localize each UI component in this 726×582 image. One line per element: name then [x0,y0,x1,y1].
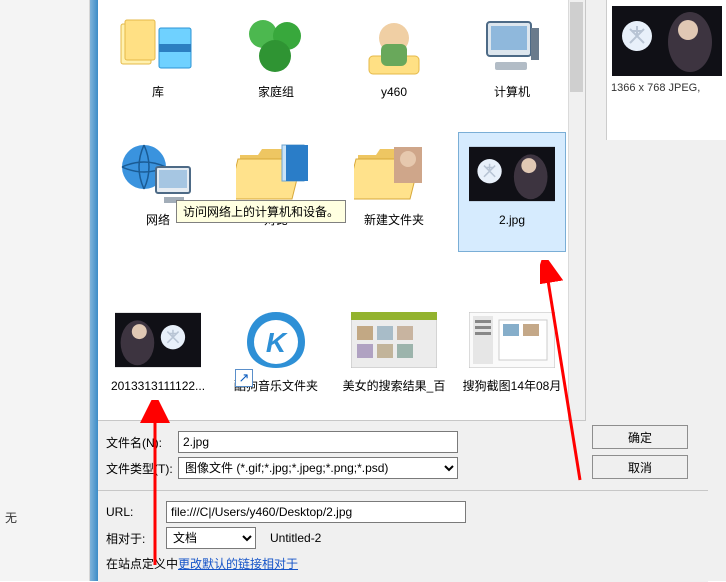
library-item[interactable]: 库 [104,4,212,124]
url-panel: URL: 相对于: 文档 Untitled-2 在站点定义中 更改默认的链接相对… [98,490,708,582]
preview-caption: 1366 x 768 JPEG, [611,82,722,94]
file-browser[interactable]: 库 家庭组 [98,0,586,420]
folder-new-item[interactable]: 新建文件夹 [340,132,448,252]
tooltip: 访问网络上的计算机和设备。 [176,200,346,223]
network-item[interactable]: 网络 [104,132,212,252]
relative-to-label: 相对于: [106,530,166,547]
left-none-label: 无 [5,509,17,526]
item-label: 2.jpg [499,213,525,228]
screenshot-item-2[interactable]: 搜狗截图14年08月 [458,298,566,418]
image-thumbnail [115,311,201,369]
url-input[interactable] [166,501,466,523]
scrollbar[interactable] [568,0,585,420]
url-label: URL: [106,505,166,519]
item-label: 计算机 [494,85,530,100]
svg-text:K: K [266,327,288,358]
relative-to-select[interactable]: 文档 [166,527,256,549]
library-icon [119,14,197,78]
image-2013-item[interactable]: 2013313111122... [104,298,212,418]
filename-label: 文件名(N): [106,434,178,451]
image-thumbnail [469,145,555,203]
kugou-icon: K [241,308,311,372]
preview-pane: 1366 x 768 JPEG, [606,0,726,140]
user-icon [359,14,429,78]
cancel-button[interactable]: 取消 [592,455,688,479]
homegroup-item[interactable]: 家庭组 [222,4,330,124]
preview-thumbnail [612,6,722,76]
item-label: 家庭组 [258,85,294,100]
user-item[interactable]: y460 [340,4,448,124]
tip-link[interactable]: 更改默认的链接相对于 [178,555,298,572]
item-label: 美女的搜索结果_百 [343,379,446,394]
folder-open-icon [236,141,316,207]
filename-input[interactable] [178,431,458,453]
dialog-left-border [90,0,98,581]
kugou-shortcut-item[interactable]: K ↗ 酷狗音乐文件夹 [222,298,330,418]
screenshot-item-1[interactable]: 美女的搜索结果_百 [340,298,448,418]
relative-to-value: Untitled-2 [270,531,321,545]
item-label: 库 [152,85,164,100]
dialog-buttons: 确定 取消 [592,423,708,485]
image-2jpg-item[interactable]: 2.jpg [458,132,566,252]
network-icon [118,139,198,209]
ok-button[interactable]: 确定 [592,425,688,449]
screenshot-thumb [351,312,437,368]
filetype-select[interactable]: 图像文件 (*.gif;*.jpg;*.jpeg;*.png;*.psd) [178,457,458,479]
left-sidebar: 无 [0,0,90,581]
shortcut-arrow-icon: ↗ [235,369,253,387]
item-label: 网络 [146,213,170,228]
filetype-label: 文件类型(T): [106,460,178,477]
screenshot-thumb [469,312,555,368]
folder-contrast-item[interactable]: 对比 [222,132,330,252]
tip-prefix: 在站点定义中 [106,555,178,572]
item-label: 2013313111122... [111,379,205,394]
folder-open-photo-icon [354,141,434,207]
item-label: 新建文件夹 [364,213,424,228]
computer-item[interactable]: 计算机 [458,4,566,124]
computer-icon [477,14,547,78]
item-label: 搜狗截图14年08月 [463,379,562,394]
item-label: y460 [381,85,407,100]
file-dialog-form: 文件名(N): 文件类型(T): 图像文件 (*.gif;*.jpg;*.jpe… [98,420,586,489]
homegroup-icon [241,14,311,78]
scroll-thumb[interactable] [570,2,583,92]
